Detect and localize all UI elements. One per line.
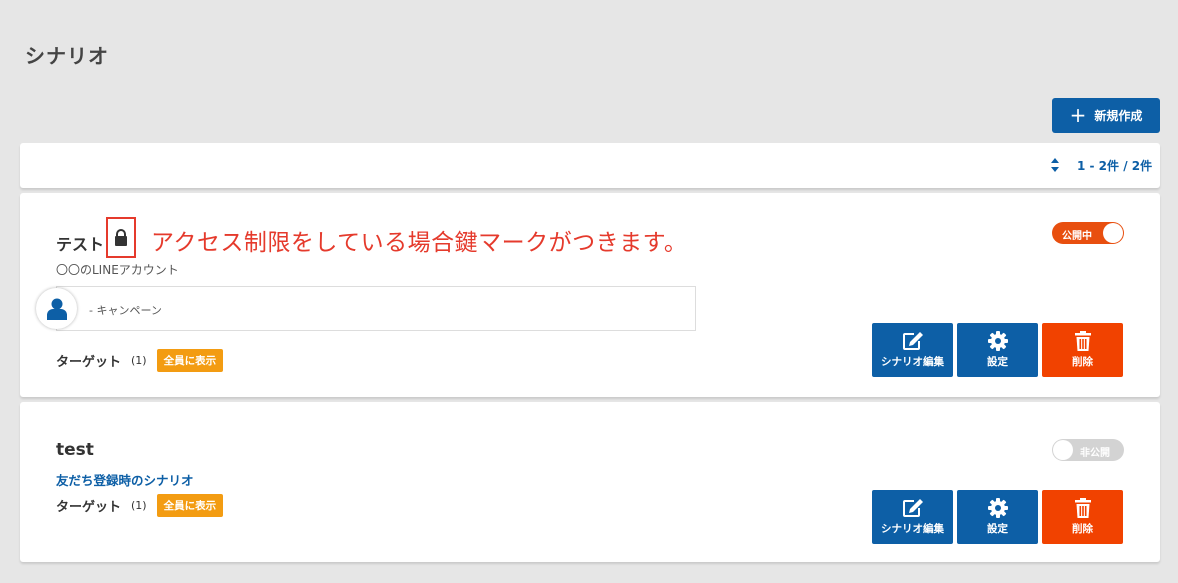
- edit-icon: [902, 332, 923, 350]
- edit-scenario-button[interactable]: シナリオ編集: [872, 490, 953, 544]
- new-scenario-button[interactable]: + 新規作成: [1052, 98, 1160, 133]
- campaign-box[interactable]: - キャンペーン: [56, 286, 696, 331]
- target-label: ターゲット: [56, 355, 122, 370]
- lock-highlight: [106, 217, 136, 258]
- edit-scenario-button[interactable]: シナリオ編集: [872, 323, 953, 377]
- target-count: (1): [131, 499, 147, 512]
- gear-icon: [987, 331, 1008, 351]
- scenario-card: テスト アクセス制限をしている場合鍵マークがつきます。 〇〇のLINEアカウント…: [20, 193, 1160, 397]
- pager-count: 1 - 2件 / 2件: [1077, 159, 1153, 173]
- target-row: ターゲット (1) 全員に表示: [56, 349, 224, 372]
- sort-icon[interactable]: [1050, 158, 1060, 172]
- settings-button[interactable]: 設定: [957, 490, 1038, 544]
- pager-bar: 1 - 2件 / 2件: [20, 143, 1160, 188]
- delete-button[interactable]: 削除: [1042, 323, 1123, 377]
- scenario-title[interactable]: test: [56, 440, 94, 460]
- target-row: ターゲット (1) 全員に表示: [56, 494, 224, 517]
- scenario-subtitle: 友だち登録時のシナリオ: [56, 473, 194, 488]
- target-count: (1): [131, 354, 147, 367]
- action-buttons: シナリオ編集 設定 削除: [872, 490, 1123, 544]
- scenario-title[interactable]: テスト: [56, 231, 104, 255]
- toggle-knob: [1053, 440, 1073, 460]
- settings-label: 設定: [987, 523, 1008, 535]
- publish-toggle[interactable]: 公開中: [1052, 222, 1124, 244]
- new-scenario-label: 新規作成: [1094, 109, 1143, 123]
- edit-icon: [902, 499, 923, 517]
- delete-button[interactable]: 削除: [1042, 490, 1123, 544]
- delete-label: 削除: [1072, 523, 1093, 535]
- settings-button[interactable]: 設定: [957, 323, 1038, 377]
- trash-icon: [1074, 331, 1091, 351]
- scenario-card: test 友だち登録時のシナリオ ターゲット (1) 全員に表示 非公開 シナリ…: [20, 402, 1160, 562]
- action-buttons: シナリオ編集 設定 削除: [872, 323, 1123, 377]
- target-label: ターゲット: [56, 500, 122, 515]
- target-badge: 全員に表示: [156, 494, 224, 517]
- campaign-label: - キャンペーン: [89, 304, 162, 317]
- edit-label: シナリオ編集: [881, 356, 944, 368]
- publish-status: 公開中: [1062, 231, 1092, 242]
- publish-status: 非公開: [1080, 448, 1110, 459]
- lock-annotation: アクセス制限をしている場合鍵マークがつきます。: [151, 230, 688, 256]
- toggle-knob: [1103, 223, 1123, 243]
- page-title: シナリオ: [25, 44, 109, 68]
- user-icon: [46, 298, 67, 320]
- gear-icon: [987, 498, 1008, 518]
- settings-label: 設定: [987, 356, 1008, 368]
- line-account: 〇〇のLINEアカウント: [56, 263, 179, 277]
- lock-icon: [115, 229, 127, 246]
- trash-icon: [1074, 498, 1091, 518]
- plus-icon: +: [1069, 102, 1087, 127]
- delete-label: 削除: [1072, 356, 1093, 368]
- publish-toggle[interactable]: 非公開: [1052, 439, 1124, 461]
- avatar: [36, 288, 77, 329]
- edit-label: シナリオ編集: [881, 523, 944, 535]
- target-badge: 全員に表示: [156, 349, 224, 372]
